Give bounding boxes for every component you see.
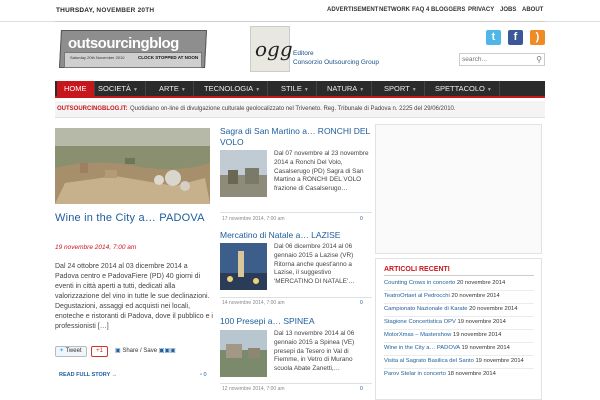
twitter-bird-icon: ✦ <box>59 348 65 354</box>
share-networks-icons: ▣▣▣ <box>158 348 176 354</box>
nav-arte[interactable]: ARTE ▼ <box>152 81 194 96</box>
ticker-label: OUTSOURCINGBLOG.IT: <box>57 106 128 112</box>
chevron-down-icon: ▼ <box>132 87 138 93</box>
article-title-2[interactable]: Mercatino di Natale a… LAZISE <box>220 230 370 241</box>
toplink-network[interactable]: NETWORK <box>379 7 410 13</box>
recent-separator <box>384 368 534 369</box>
toplink-about[interactable]: ABOUT <box>522 7 543 13</box>
feature-date: 19 novembre 2014, 7:00 am <box>55 244 137 251</box>
recent-item: Campionato Nazionale di Karate 20 novemb… <box>384 306 518 312</box>
feature-image[interactable] <box>55 128 210 204</box>
recent-item: Wine in the City a… PADOVA 19 novembre 2… <box>384 345 510 351</box>
recent-separator <box>384 316 534 317</box>
recent-item: TeatroOrtaet al Pedrocchi 20 novembre 20… <box>384 293 500 299</box>
toplink-advertisement[interactable]: ADVERTISEMENT <box>327 7 378 13</box>
recent-item: MotorXmas – Mastershow 19 novembre 2014 <box>384 332 502 338</box>
tweet-button[interactable]: ✦ Tweet <box>55 346 87 357</box>
chevron-down-icon: ▼ <box>411 87 417 93</box>
chevron-down-icon: ▼ <box>359 87 365 93</box>
facebook-icon[interactable]: f <box>508 30 523 45</box>
nav-sport[interactable]: SPORT ▼ <box>377 81 425 96</box>
recent-item: Visita al Sagrato Basilica del Santo 19 … <box>384 358 524 364</box>
article-comment-count-3[interactable]: 0 <box>360 386 363 392</box>
current-date: THURSDAY, NOVEMBER 20TH <box>56 7 155 14</box>
recent-link[interactable]: MotorXmas – Mastershow <box>384 332 451 338</box>
article-divider <box>220 212 372 213</box>
editor-info: Editore Consorzio Outsourcing Group <box>293 49 379 67</box>
recent-link[interactable]: Campionato Nazionale di Karate <box>384 306 467 312</box>
recent-articles-title: ARTICOLI RECENTI <box>384 266 450 273</box>
recent-articles-widget: ARTICOLI RECENTI Counting Crows in conce… <box>375 258 542 400</box>
chevron-down-icon: ▼ <box>180 87 186 93</box>
rss-icon[interactable]: ) <box>530 30 545 45</box>
nav-home[interactable]: HOME <box>57 81 95 96</box>
chevron-down-icon: ▼ <box>303 87 309 93</box>
share-save-button[interactable]: ▣ Share / Save ▣▣▣ <box>115 346 187 357</box>
site-logo[interactable]: outsourcingblog Saturday 20th November 2… <box>58 30 208 70</box>
recent-separator <box>384 355 534 356</box>
recent-link[interactable]: Stagione Concertistica OPV <box>384 319 456 325</box>
recent-title-divider <box>384 275 534 276</box>
article-excerpt-1: Dal 07 novembre al 23 novembre 2014 a Ro… <box>274 150 369 193</box>
recent-separator <box>384 303 534 304</box>
recent-item: Parov Stelar in concerto 18 novembre 201… <box>384 371 496 377</box>
share-icon: ▣ <box>115 348 121 354</box>
search-icon[interactable]: ⚲ <box>536 55 542 64</box>
twitter-icon[interactable]: t <box>486 30 501 45</box>
recent-item: Counting Crows in concerto 20 novembre 2… <box>384 280 506 286</box>
ticker-bar: OUTSOURCINGBLOG.IT: Quotidiano on-line d… <box>55 101 545 118</box>
recent-item: Stagione Concertistica OPV 19 novembre 2… <box>384 319 506 325</box>
recent-link[interactable]: Wine in the City a… PADOVA <box>384 345 460 351</box>
recent-separator <box>384 342 534 343</box>
toplink-privacy[interactable]: PRIVACY <box>468 7 494 13</box>
recent-separator <box>384 329 534 330</box>
editor-label: Editore <box>293 50 314 57</box>
editor-name[interactable]: Consorzio Outsourcing Group <box>293 58 379 67</box>
article-excerpt-2: Dal 06 dicembre 2014 al 06 gennaio 2015 … <box>274 243 355 286</box>
editor-logo[interactable]: ogg <box>250 26 293 72</box>
recent-link[interactable]: Parov Stelar in concerto <box>384 371 446 377</box>
sidebar-ad-slot <box>375 124 542 254</box>
toplink-jobs[interactable]: JOBS <box>500 7 516 13</box>
article-thumb-3[interactable] <box>220 330 267 377</box>
read-full-story-link[interactable]: READ FULL STORY → <box>59 372 117 378</box>
article-meta-1: 17 novembre 2014, 7:00 am <box>222 216 285 222</box>
feature-excerpt: Dal 24 ottobre 2014 al 03 dicembre 2014 … <box>55 263 213 330</box>
logo-stamp: CLOCK STOPPED AT NOON <box>138 55 199 60</box>
article-thumb-2[interactable] <box>220 243 267 290</box>
search-input[interactable] <box>460 54 530 65</box>
google-plus-button[interactable]: +1 <box>91 346 108 357</box>
recent-separator <box>384 290 534 291</box>
nav-spettacolo[interactable]: SPETTACOLO ▼ <box>428 81 500 96</box>
chevron-down-icon: ▼ <box>486 87 492 93</box>
toplink-faq[interactable]: FAQ 4 BLOGGERS <box>412 7 465 13</box>
article-divider <box>220 383 372 384</box>
recent-link[interactable]: TeatroOrtaet al Pedrocchi <box>384 293 450 299</box>
nav-natura[interactable]: NATURA ▼ <box>320 81 373 96</box>
comment-icon: ▫ <box>200 372 202 378</box>
logo-dateline: Saturday 20th November 2010 <box>70 55 125 60</box>
feature-title[interactable]: Wine in the City a… PADOVA <box>55 212 215 225</box>
article-thumb-1[interactable] <box>220 150 267 197</box>
article-title-3[interactable]: 100 Presepi a… SPINEA <box>220 316 370 327</box>
article-excerpt-3: Dal 13 novembre 2014 al 06 gennaio 2015 … <box>274 330 355 373</box>
article-title-1[interactable]: Sagra di San Martino a… RONCHI DEL VOLO <box>220 126 370 148</box>
recent-link[interactable]: Visita al Sagrato Basilica del Santo <box>384 358 474 364</box>
ticker-text: Quotidiano on-line di divulgazione cultu… <box>130 106 456 112</box>
recent-link[interactable]: Counting Crows in concerto <box>384 280 455 286</box>
chevron-down-icon: ▼ <box>255 87 261 93</box>
article-divider <box>220 297 372 298</box>
article-meta-3: 12 novembre 2014, 7:00 am <box>222 386 285 392</box>
nav-tecnologia[interactable]: TECNOLOGIA ▼ <box>197 81 269 96</box>
nav-societa[interactable]: SOCIETÀ ▼ <box>91 81 146 96</box>
logo-wordmark: outsourcingblog <box>68 35 179 52</box>
search-box: ⚲ <box>459 53 545 66</box>
feature-comment-count[interactable]: ▫ 0 <box>200 372 207 378</box>
article-meta-2: 14 novembre 2014, 7:00 am <box>222 300 285 306</box>
main-nav: HOME SOCIETÀ ▼ ARTE ▼ TECNOLOGIA ▼ STILE ▼ N… <box>55 81 545 98</box>
nav-stile[interactable]: STILE ▼ <box>274 81 317 96</box>
article-comment-count-1[interactable]: 0 <box>360 216 363 222</box>
article-comment-count-2[interactable]: 0 <box>360 300 363 306</box>
